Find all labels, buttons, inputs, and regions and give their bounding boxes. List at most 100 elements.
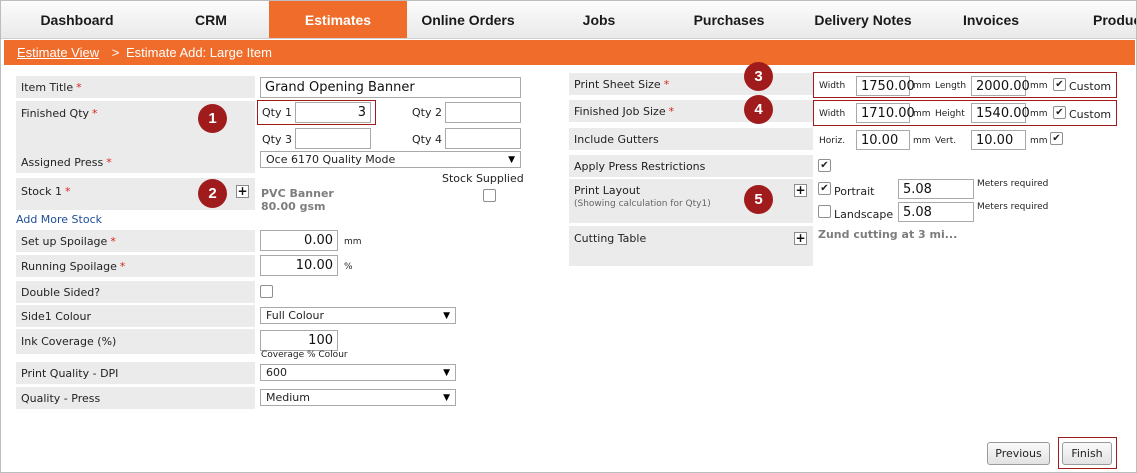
assigned-press-value: Oce 6170 Quality Mode (266, 153, 396, 166)
breadcrumb: Estimate View > Estimate Add: Large Item (4, 40, 1135, 65)
sheet-custom-label: Custom (1069, 80, 1112, 93)
job-height-input[interactable]: 1540.00 (971, 103, 1030, 123)
gutter-vert-label: Vert. (935, 136, 957, 146)
breadcrumb-link-estimate-view[interactable]: Estimate View (17, 45, 99, 60)
print-layout-label: Print Layout (Showing calculation for Qt… (569, 179, 813, 223)
job-width-label: Width (819, 109, 846, 119)
assigned-press-select[interactable]: Oce 6170 Quality Mode ▼ (260, 151, 521, 168)
qty4-input[interactable] (445, 128, 521, 149)
assigned-press-label: Assigned Press * (16, 151, 255, 173)
quality-press-value: Medium (266, 391, 310, 404)
qty1-input[interactable]: 3 (295, 102, 371, 123)
tab-invoices[interactable]: Invoices (937, 1, 1045, 38)
apply-press-restrictions-label: Apply Press Restrictions (569, 155, 813, 177)
press-restrictions-checkbox[interactable]: ✔ (818, 159, 831, 172)
setup-spoilage-input[interactable]: 0.00 (260, 230, 338, 251)
gutter-vert-unit: mm (1030, 136, 1048, 146)
step-badge-3: 3 (744, 62, 773, 91)
gutter-horiz-label: Horiz. (819, 136, 846, 146)
cutting-table-plus-icon[interactable]: + (794, 232, 807, 245)
quality-press-label: Quality - Press (16, 387, 255, 409)
cutting-table-label: Cutting Table (569, 226, 813, 266)
sheet-width-label: Width (819, 81, 846, 91)
quality-press-select[interactable]: Medium ▼ (260, 389, 456, 406)
main-nav: Dashboard CRM Estimates Online Orders Jo… (1, 1, 1136, 39)
item-title-label: Item Title * (16, 76, 255, 98)
add-stock-plus-icon[interactable]: + (236, 185, 249, 198)
job-height-label: Height (935, 109, 965, 119)
job-custom-checkbox[interactable]: ✔ (1053, 106, 1066, 119)
qty3-label: Qty 3 (262, 133, 292, 146)
tab-purchases[interactable]: Purchases (669, 1, 789, 38)
sheet-width-unit: mm (913, 81, 931, 91)
tab-dashboard[interactable]: Dashboard (1, 1, 153, 38)
job-width-unit: mm (913, 109, 931, 119)
tab-crm[interactable]: CRM (153, 1, 269, 38)
gutter-horiz-unit: mm (913, 136, 931, 146)
step-badge-1: 1 (198, 104, 227, 133)
qty2-input[interactable] (445, 102, 521, 123)
breadcrumb-current: Estimate Add: Large Item (125, 45, 272, 60)
tab-jobs[interactable]: Jobs (529, 1, 669, 38)
side1-colour-label: Side1 Colour (16, 305, 255, 327)
print-sheet-size-label: Print Sheet Size * (569, 73, 813, 95)
cutting-table-value: Zund cutting at 3 mi... (818, 228, 958, 241)
stock-supplied-checkbox[interactable] (483, 189, 496, 202)
portrait-label: Portrait (834, 185, 875, 198)
job-width-input[interactable]: 1710.00 (856, 103, 915, 123)
job-custom-label: Custom (1069, 108, 1112, 121)
include-gutters-label: Include Gutters (569, 128, 813, 150)
step-badge-4: 4 (744, 95, 773, 124)
dropdown-arrow-icon: ▼ (508, 154, 515, 165)
double-sided-checkbox[interactable] (260, 285, 273, 298)
print-layout-note: (Showing calculation for Qty1) (574, 199, 711, 209)
running-spoilage-unit: % (344, 262, 353, 272)
landscape-label: Landscape (834, 208, 894, 221)
print-quality-select[interactable]: 600 ▼ (260, 364, 456, 381)
ink-coverage-note: Coverage % Colour (261, 350, 348, 360)
breadcrumb-separator: > (111, 45, 120, 60)
print-layout-plus-icon[interactable]: + (794, 184, 807, 197)
item-title-input[interactable]: Grand Opening Banner (260, 77, 521, 98)
ink-coverage-input[interactable]: 100 (260, 330, 338, 351)
landscape-meters-label: Meters required (977, 202, 1049, 212)
stock-supplied-label: Stock Supplied (442, 172, 524, 185)
qty3-input[interactable] (295, 128, 371, 149)
qty1-label: Qty 1 (262, 106, 292, 119)
sheet-length-label: Length (935, 81, 967, 91)
running-spoilage-label: Running Spoilage * (16, 255, 255, 277)
portrait-checkbox[interactable]: ✔ (818, 182, 831, 195)
gutter-vert-input[interactable]: 10.00 (971, 130, 1026, 150)
gutters-checkbox[interactable]: ✔ (1050, 132, 1063, 145)
previous-button[interactable]: Previous (987, 442, 1050, 465)
side1-colour-select[interactable]: Full Colour ▼ (260, 307, 456, 324)
finished-job-size-label: Finished Job Size * (569, 100, 813, 122)
landscape-input[interactable]: 5.08 (898, 202, 974, 222)
gutter-horiz-input[interactable]: 10.00 (856, 130, 910, 150)
double-sided-label: Double Sided? (16, 281, 255, 303)
qty2-label: Qty 2 (412, 106, 442, 119)
add-more-stock-link[interactable]: Add More Stock (16, 213, 102, 226)
print-quality-label: Print Quality - DPI (16, 362, 255, 384)
finish-button[interactable]: Finish (1062, 442, 1112, 465)
tab-online-orders[interactable]: Online Orders (407, 1, 529, 38)
landscape-checkbox[interactable] (818, 205, 831, 218)
print-layout-title: Print Layout (574, 184, 641, 197)
stock-weight: 80.00 gsm (261, 200, 326, 213)
sheet-width-input[interactable]: 1750.00 (856, 76, 915, 96)
portrait-meters-label: Meters required (977, 179, 1049, 189)
portrait-input[interactable]: 5.08 (898, 179, 974, 199)
tab-estimates[interactable]: Estimates (269, 1, 407, 38)
tab-delivery-notes[interactable]: Delivery Notes (789, 1, 937, 38)
sheet-custom-checkbox[interactable]: ✔ (1053, 78, 1066, 91)
running-spoilage-input[interactable]: 10.00 (260, 255, 338, 276)
setup-spoilage-unit: mm (344, 237, 362, 247)
print-quality-value: 600 (266, 366, 287, 379)
qty4-label: Qty 4 (412, 133, 442, 146)
sheet-length-input[interactable]: 2000.00 (971, 76, 1030, 96)
tab-products[interactable]: Products (1093, 1, 1136, 38)
step-badge-5: 5 (744, 185, 773, 214)
ink-coverage-label: Ink Coverage (%) (16, 329, 255, 354)
dropdown-arrow-icon: ▼ (443, 367, 450, 378)
sheet-length-unit: mm (1030, 81, 1048, 91)
